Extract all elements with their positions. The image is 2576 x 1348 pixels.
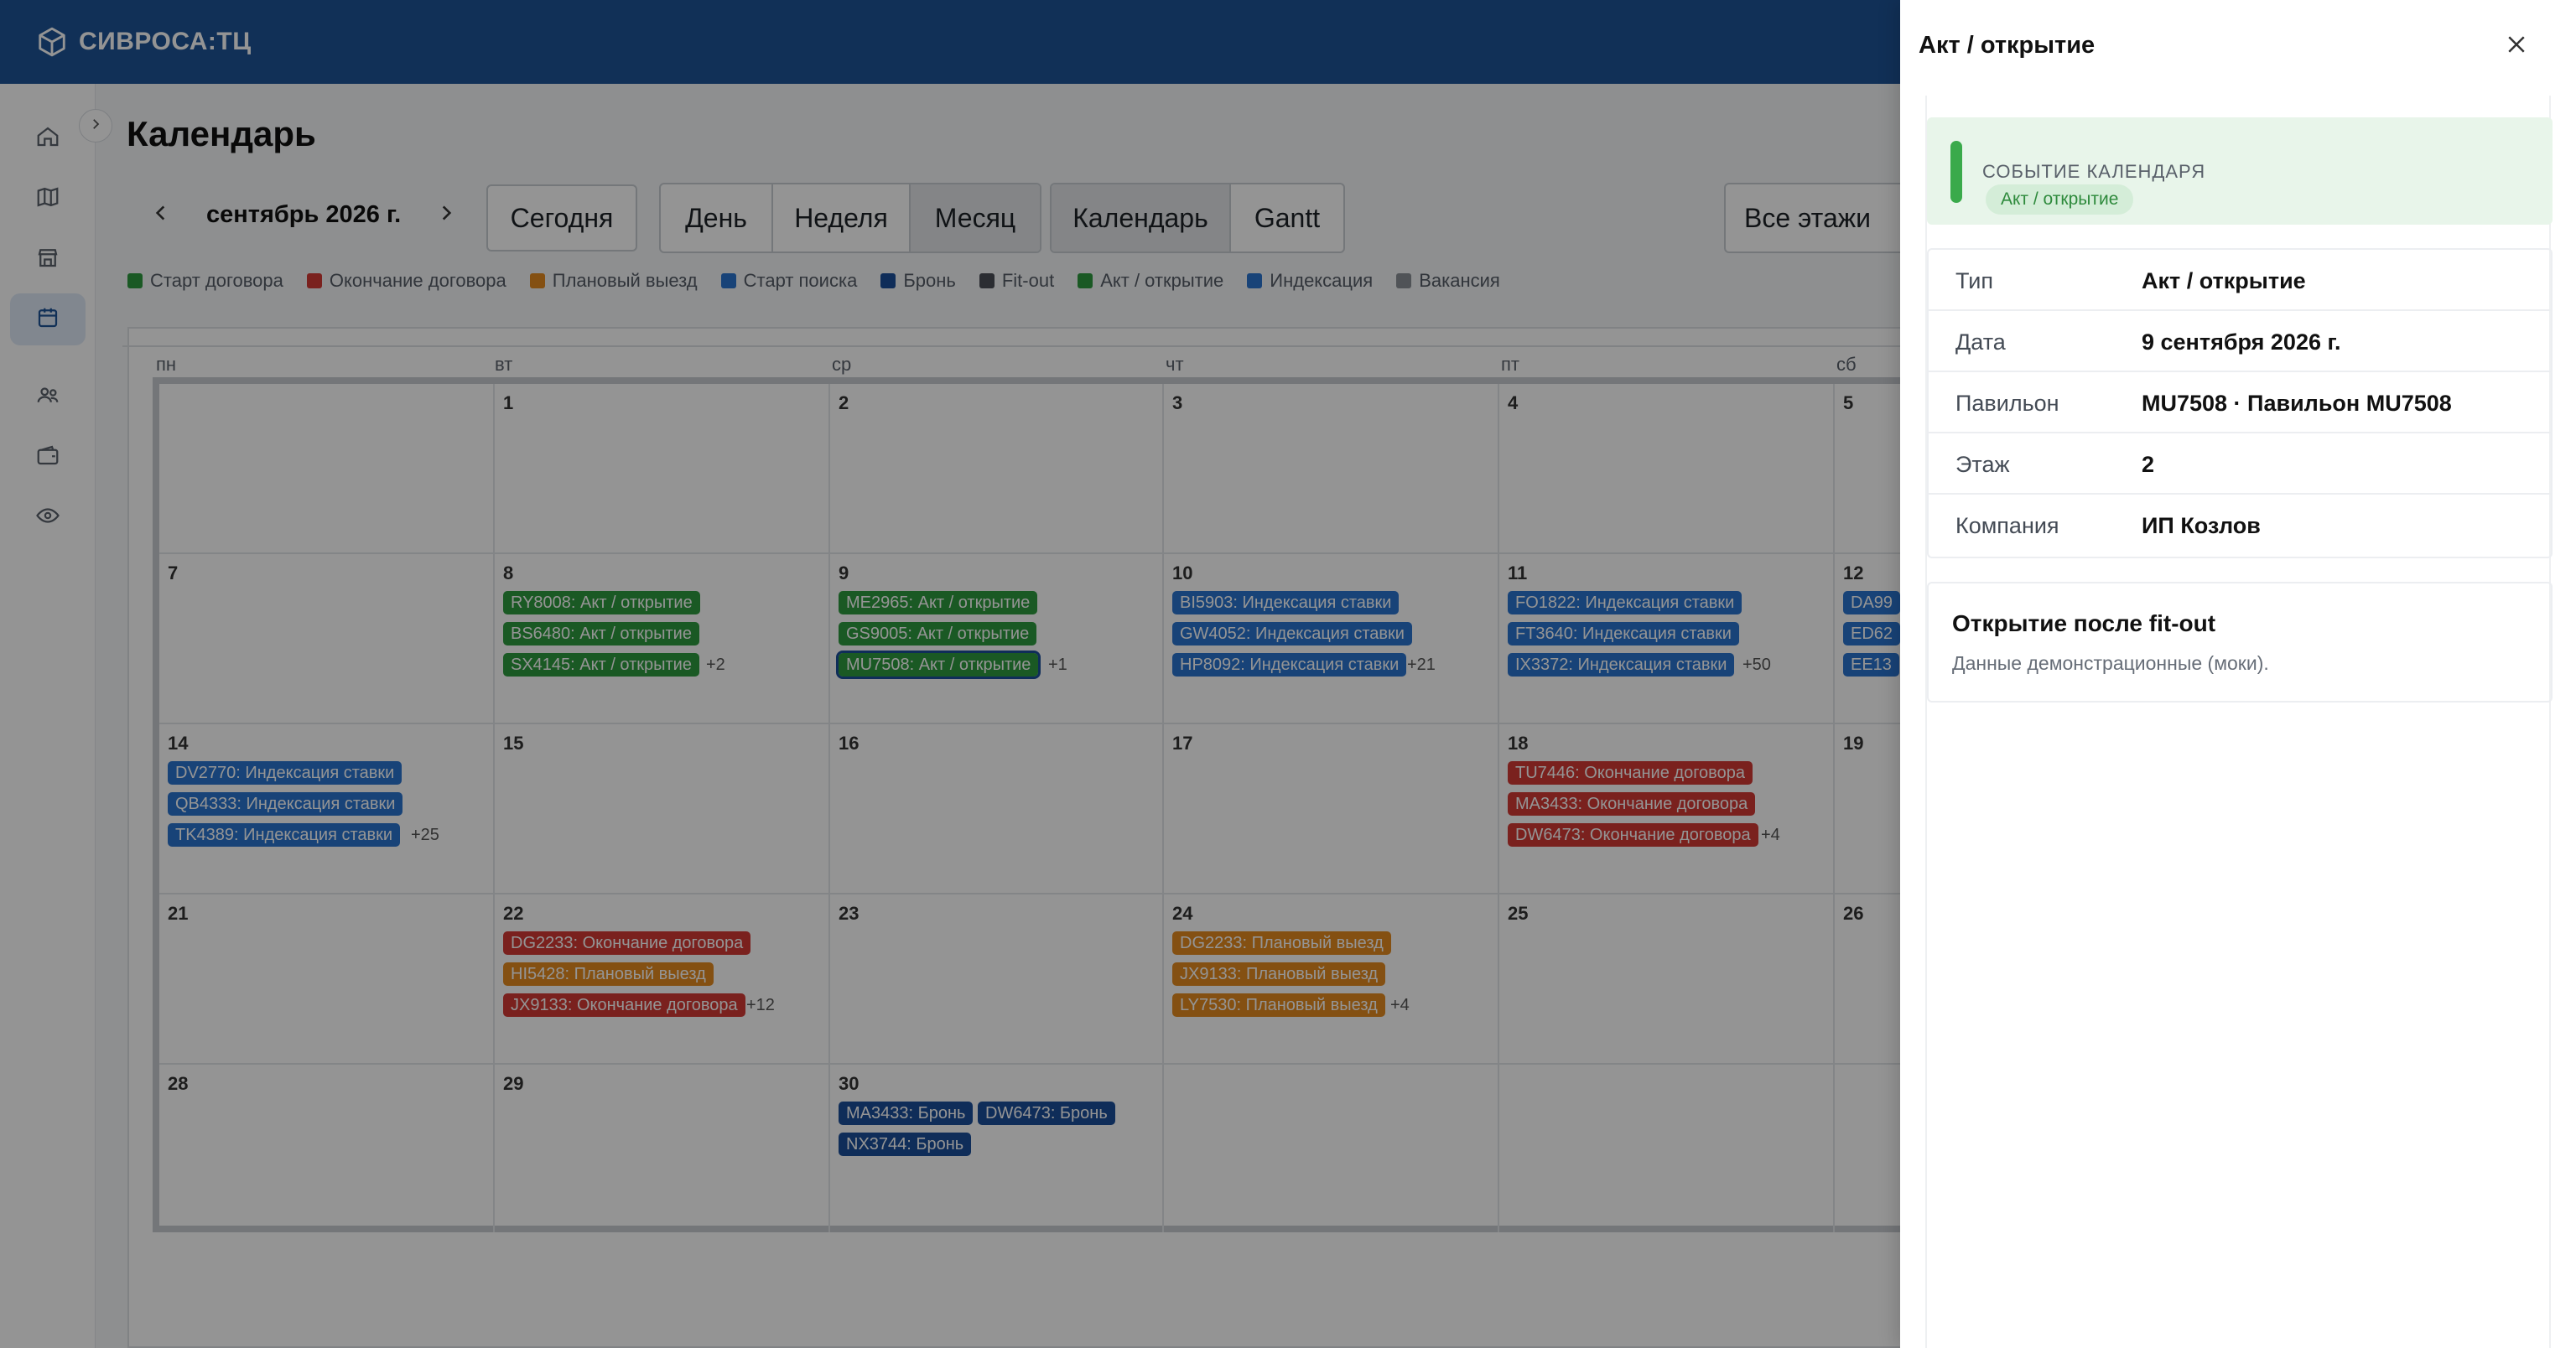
event-details-table: Тип Акт / открытие Дата 9 сентября 2026 … (1927, 248, 2553, 558)
detail-label: Этаж (1955, 452, 2010, 477)
drawer-body: СОБЫТИЕ КАЛЕНДАРЯ Акт / открытие Тип Акт… (1925, 96, 2553, 1348)
close-icon (2504, 32, 2529, 61)
drawer-backdrop[interactable] (0, 0, 1900, 1348)
detail-label: Тип (1955, 268, 1994, 293)
detail-row: Этаж 2 (1929, 433, 2551, 495)
event-details-drawer: Акт / открытие СОБЫТИЕ КАЛЕНДАРЯ Акт / о… (1900, 0, 2576, 1348)
detail-value: Акт / открытие (2142, 268, 2306, 293)
event-kicker: СОБЫТИЕ КАЛЕНДАРЯ (1982, 161, 2206, 182)
note-title: Открытие после fit-out (1952, 610, 2216, 636)
detail-row: Дата 9 сентября 2026 г. (1929, 311, 2551, 372)
detail-label: Дата (1955, 329, 2006, 355)
detail-value: 9 сентября 2026 г. (2142, 329, 2341, 355)
event-color-bar (1950, 141, 1962, 203)
note-text: Данные демонстрационные (моки). (1952, 652, 2269, 674)
detail-row: Компания ИП Козлов (1929, 495, 2551, 556)
detail-row: Павильон MU7508 · Павильон MU7508 (1929, 372, 2551, 433)
close-drawer-button[interactable] (2496, 25, 2537, 67)
detail-value: ИП Козлов (2142, 513, 2261, 538)
drawer-title: Акт / открытие (1919, 32, 2096, 59)
event-type-chip: Акт / открытие (1986, 184, 2134, 215)
detail-value: MU7508 · Павильон MU7508 (2142, 391, 2452, 416)
event-note-card: Открытие после fit-out Данные демонстрац… (1927, 582, 2553, 703)
detail-row: Тип Акт / открытие (1929, 250, 2551, 311)
event-summary-card: СОБЫТИЕ КАЛЕНДАРЯ Акт / открытие (1927, 117, 2553, 225)
detail-label: Павильон (1955, 391, 2059, 416)
detail-value: 2 (2142, 452, 2155, 477)
detail-label: Компания (1955, 513, 2059, 538)
